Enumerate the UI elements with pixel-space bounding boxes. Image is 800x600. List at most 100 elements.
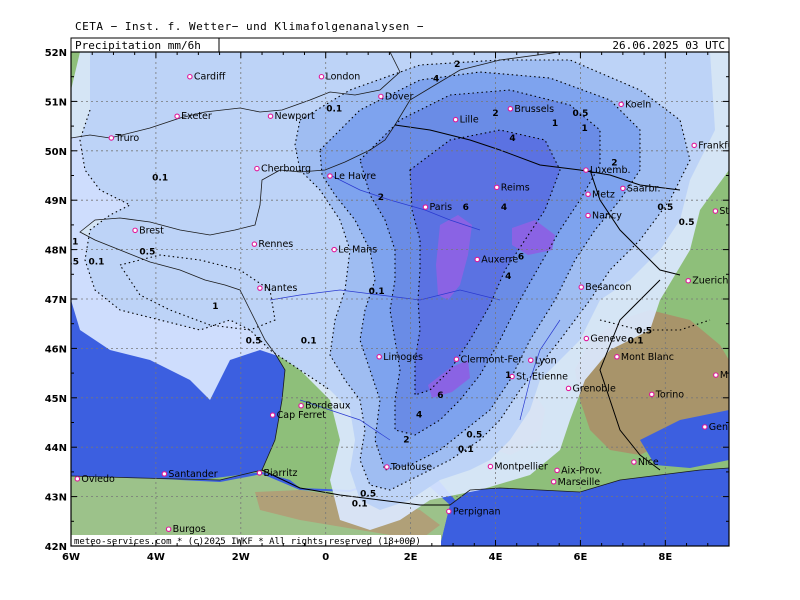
city-marker [494, 184, 500, 191]
city-marker [446, 508, 452, 515]
contour-value-label: 4 [509, 134, 515, 144]
city-marker [713, 372, 719, 378]
city-label[interactable]: Lyon [535, 355, 557, 366]
contour-value-label: 0.1 [369, 287, 385, 297]
city-marker [331, 246, 337, 253]
city-label[interactable]: Zuerich [692, 276, 728, 287]
city-label[interactable]: Oviedo [81, 474, 115, 485]
city-label[interactable]: Clermont-Fer. [460, 354, 524, 365]
contour-value-label: 1 [72, 238, 78, 248]
city-marker [507, 106, 514, 112]
city-marker [257, 285, 263, 291]
city-label[interactable]: Torino [655, 389, 685, 400]
city-label[interactable]: Limoges [383, 352, 423, 363]
parameter-label: Precipitation mm/6h [75, 39, 201, 52]
city-label[interactable]: Aix-Prov. [561, 465, 602, 476]
city-label[interactable]: Cap Ferret [277, 410, 327, 421]
contour-value-label: 0.1 [152, 173, 168, 183]
city-label[interactable]: Frankfurt [698, 140, 741, 151]
city-label[interactable]: Paris [429, 202, 452, 213]
city-label[interactable]: Milano [720, 370, 751, 381]
city-marker [583, 335, 590, 342]
contour-value-label: 0.1 [301, 336, 317, 346]
city-marker [422, 204, 429, 210]
city-marker [267, 113, 274, 119]
city-label[interactable]: Brussels [514, 104, 554, 115]
contour-value-label: 6 [518, 252, 524, 262]
city-label[interactable]: Cardiff [194, 72, 226, 83]
city-marker [165, 526, 172, 532]
contour-value-label: 2 [378, 193, 384, 203]
city-marker [585, 212, 591, 219]
contour-value-label: 0.1 [458, 445, 474, 455]
longitude-label: 4W [147, 552, 165, 563]
city-label[interactable]: Exeter [181, 111, 212, 122]
city-label[interactable]: London [325, 72, 360, 83]
contour-value-label: 0.1 [352, 499, 368, 509]
city-label[interactable]: Cherbourg [261, 164, 311, 175]
city-label[interactable]: Stuttgart [719, 206, 762, 217]
city-label[interactable]: Auxerre [481, 254, 518, 265]
city-label[interactable]: Toulouse [390, 462, 432, 473]
contour-value-label: 0.5 [360, 490, 376, 500]
city-label[interactable]: Besancon [585, 282, 631, 293]
city-label[interactable]: Mont Blanc [621, 352, 674, 363]
latitude-label: 48N [45, 246, 67, 257]
city-label[interactable]: Reims [501, 182, 530, 193]
city-marker [161, 471, 168, 477]
city-marker [685, 277, 691, 284]
contour-value-label: 0.5 [466, 430, 482, 440]
city-label[interactable]: Truro [114, 133, 139, 144]
longitude-label: 6E [574, 552, 588, 563]
precipitation-map[interactable]: London Cardiff Exeter Truro Newport Dover Lill… [0, 0, 800, 600]
city-marker [318, 73, 325, 80]
city-label[interactable]: St. Etienne [516, 372, 568, 383]
city-marker [618, 101, 624, 108]
city-label[interactable]: Nancy [592, 211, 622, 222]
longitude-label: 2E [404, 552, 418, 563]
city-marker [691, 142, 697, 149]
contour-value-label: 1 [505, 371, 511, 381]
longitude-label: 4E [489, 552, 503, 563]
city-label[interactable]: Grenoble [573, 383, 616, 394]
latitude-labels: 52N51N50N49N48N47N46N45N44N43N42N [45, 48, 67, 553]
city-label[interactable]: Montpellier [494, 461, 547, 472]
city-label[interactable]: Brest [139, 225, 164, 236]
latitude-label: 51N [45, 97, 67, 108]
city-label[interactable]: Newport [275, 111, 315, 122]
city-label[interactable]: Koeln [625, 99, 651, 110]
city-label[interactable]: Saarbr. [627, 183, 661, 194]
city-marker [702, 424, 708, 430]
contour-value-label: 1 [552, 119, 558, 129]
city-label[interactable]: Marseille [558, 477, 601, 488]
city-label[interactable]: Geneve [590, 334, 627, 345]
city-label[interactable]: Metz [592, 189, 615, 200]
city-label[interactable]: Perpignan [453, 506, 501, 517]
city-label[interactable]: Genova [709, 422, 745, 433]
contour-value-label: 4 [501, 203, 507, 213]
contour-value-label: 2 [403, 435, 409, 445]
city-label[interactable]: Le Havre [334, 171, 376, 182]
city-label[interactable]: Burgos [173, 524, 206, 535]
contour-value-label: 4 [433, 75, 439, 85]
city-marker [620, 185, 626, 192]
city-marker [528, 357, 534, 364]
city-label[interactable]: Nantes [264, 283, 298, 294]
contour-value-label: 2 [611, 159, 617, 169]
city-label[interactable]: Rennes [258, 239, 293, 250]
city-label[interactable]: Lille [460, 115, 479, 126]
city-label[interactable]: Santander [168, 469, 217, 480]
city-marker [583, 167, 589, 173]
city-label[interactable]: Nice [638, 457, 659, 468]
city-label[interactable]: Biarritz [263, 468, 297, 479]
city-marker [254, 165, 260, 172]
city-marker [631, 459, 637, 465]
latitude-label: 52N [45, 48, 67, 59]
city-label[interactable]: Le Mans [338, 245, 377, 256]
city-label[interactable]: Dover [385, 91, 414, 102]
contour-value-label: 0.1 [628, 336, 644, 346]
latitude-label: 47N [45, 295, 67, 306]
longitude-label: 0 [322, 552, 329, 563]
contour-value-label: 0.1 [326, 104, 342, 114]
city-marker [74, 476, 81, 482]
